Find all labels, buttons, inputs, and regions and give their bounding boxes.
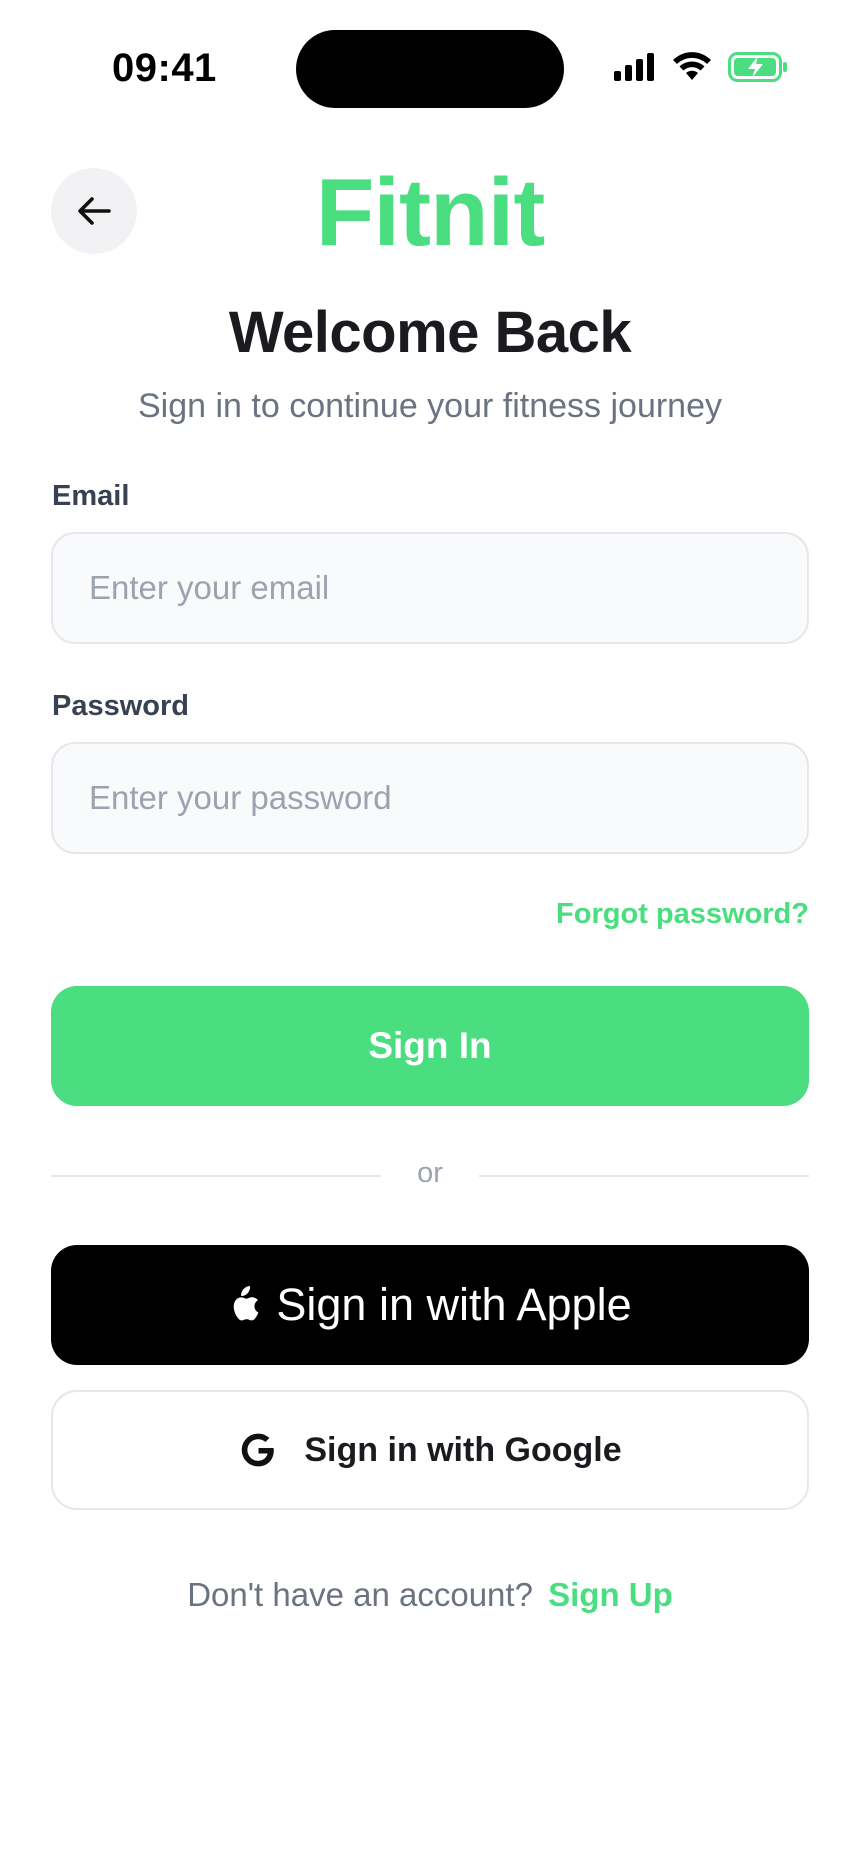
sign-in-with-apple-button[interactable]: Sign in with Apple bbox=[51, 1245, 809, 1365]
google-button-label: Sign in with Google bbox=[304, 1430, 622, 1469]
password-label: Password bbox=[52, 690, 189, 722]
status-time: 09:41 bbox=[112, 46, 217, 90]
or-divider: or bbox=[51, 1155, 809, 1195]
email-input[interactable] bbox=[51, 532, 809, 644]
sign-up-link[interactable]: Sign Up bbox=[548, 1576, 673, 1613]
page-title: Welcome Back bbox=[228, 300, 632, 365]
apple-logo-icon bbox=[234, 1286, 259, 1321]
divider-text: or bbox=[417, 1157, 443, 1189]
divider-line-right bbox=[479, 1175, 809, 1177]
dynamic-island bbox=[296, 30, 564, 108]
status-bar: 09:41 bbox=[0, 0, 860, 130]
page-subtitle: Sign in to continue your fitness journey bbox=[137, 387, 722, 425]
status-icons bbox=[614, 52, 788, 82]
app-logo: Fitnit bbox=[315, 159, 546, 266]
sign-in-button[interactable]: Sign In bbox=[51, 986, 809, 1106]
cellular-signal-icon bbox=[614, 53, 654, 81]
apple-button-label: Sign in with Apple bbox=[276, 1279, 632, 1330]
signup-prompt-text: Don't have an account? bbox=[187, 1576, 533, 1613]
email-label: Email bbox=[52, 480, 130, 512]
battery-charging-icon bbox=[728, 52, 787, 82]
signup-prompt: Don't have an account? Sign Up bbox=[0, 1576, 860, 1614]
password-input[interactable] bbox=[51, 742, 809, 854]
google-logo-icon bbox=[242, 1433, 275, 1467]
login-screen: 09:41 Fitnit Welcome Back Sign in to con… bbox=[0, 0, 860, 1869]
sign-in-with-google-button[interactable]: Sign in with Google bbox=[51, 1390, 809, 1510]
forgot-password-link[interactable]: Forgot password? bbox=[556, 898, 809, 931]
wifi-icon bbox=[673, 52, 711, 80]
